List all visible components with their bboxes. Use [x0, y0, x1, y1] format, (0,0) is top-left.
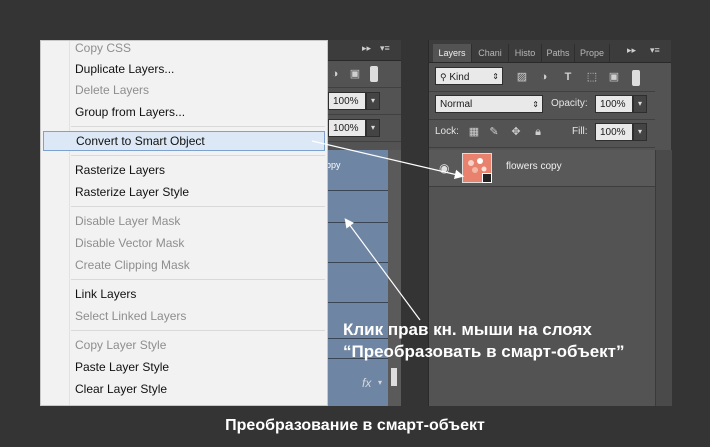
tab-paths[interactable]: Paths [542, 44, 575, 62]
left-scrollbar-thumb[interactable] [391, 368, 397, 386]
lock-transparent-icon[interactable]: ▦ [467, 125, 481, 139]
menu-item-duplicate-layers[interactable]: Duplicate Layers... [43, 59, 325, 79]
blend-mode-select[interactable]: Normal ⇕ [435, 95, 543, 113]
left-opacity-dropdown-icon[interactable]: ▾ [366, 92, 380, 110]
menu-separator [71, 279, 325, 280]
smart-object-filter-icon[interactable]: ▣ [607, 70, 621, 84]
shape-filter-icon[interactable]: ⬚ [585, 70, 599, 84]
fill-label: Fill: [572, 126, 588, 137]
layer-thumbnail[interactable] [462, 153, 492, 183]
left-opacity-field[interactable]: 100% [328, 92, 366, 110]
panel-menu-icon[interactable]: ▾≡ [380, 43, 390, 54]
fx-dropdown-icon[interactable]: ▾ [378, 378, 382, 387]
left-opacity-row: 100% ▾ [326, 88, 401, 115]
left-filter-row: ◑ ▣ [326, 61, 401, 88]
menu-item-rasterize-layer-style[interactable]: Rasterize Layer Style [43, 182, 325, 202]
smart-object-filter-icon[interactable]: ▣ [348, 67, 362, 81]
menu-item-clear-layer-style[interactable]: Clear Layer Style [43, 379, 325, 399]
menu-item-disable-vector-mask[interactable]: Disable Vector Mask [43, 233, 325, 253]
menu-item-copy-layer-style[interactable]: Copy Layer Style [43, 335, 325, 355]
left-fill-field[interactable]: 100% [328, 119, 366, 137]
blend-mode-value: Normal [440, 99, 473, 110]
annotation-line-2: “Преобразовать в смарт-объект” [343, 342, 625, 361]
double-chevron-icon[interactable]: ▸▸ [627, 45, 636, 56]
menu-item-copy-css[interactable]: Copy CSS [43, 41, 325, 58]
annotation-line-1: Клик прав кн. мыши на слоях [343, 320, 592, 339]
menu-item-disable-layer-mask[interactable]: Disable Layer Mask [43, 211, 325, 231]
menu-item-group-from-layers[interactable]: Group from Layers... [43, 102, 325, 122]
select-arrows-icon: ⇕ [532, 100, 539, 109]
smart-object-badge-icon [482, 173, 492, 183]
opacity-label: Opacity: [551, 98, 588, 109]
lock-position-icon[interactable]: ✥ [509, 125, 523, 139]
fill-dropdown-icon[interactable]: ▾ [633, 123, 647, 141]
menu-item-convert-to-smart-object[interactable]: Convert to Smart Object [43, 131, 325, 151]
lock-image-icon[interactable]: ✎ [487, 125, 501, 139]
menu-item-create-clipping-mask[interactable]: Create Clipping Mask [43, 255, 325, 275]
eye-visibility-icon[interactable]: ◉ [439, 161, 449, 175]
blend-opacity-row: Normal ⇕ Opacity: 100% ▾ [429, 91, 655, 120]
layer-row-flowers-copy[interactable]: ◉ flowers copy [429, 150, 655, 187]
menu-item-paste-layer-style[interactable]: Paste Layer Style [43, 357, 325, 377]
menu-separator [71, 206, 325, 207]
layer-divider [326, 222, 388, 223]
tab-channels[interactable]: Chani [472, 44, 509, 62]
filter-toggle-icon[interactable] [370, 66, 378, 82]
lock-fill-row: Lock: ▦ ✎ ✥ 🔒︎ Fill: 100% ▾ [429, 119, 655, 148]
left-scrollbar[interactable] [388, 150, 401, 406]
opacity-field[interactable]: 100% [595, 95, 633, 113]
layer-name[interactable]: flowers copy [506, 161, 562, 172]
layer-divider [326, 262, 388, 263]
left-panel-tabstrip: ▸▸ ▾≡ [326, 40, 401, 61]
adjustment-filter-icon[interactable]: ◑ [537, 70, 551, 84]
left-layer-list[interactable]: opy [326, 150, 388, 406]
select-arrows-icon: ⇕ [492, 72, 499, 81]
opacity-dropdown-icon[interactable]: ▾ [633, 95, 647, 113]
menu-separator [71, 155, 325, 156]
layer-divider [326, 190, 388, 191]
search-icon: ⚲ [440, 72, 447, 82]
menu-item-delete-layers[interactable]: Delete Layers [43, 80, 325, 100]
layers-panel-tabstrip: Layers Chani Histo Paths Prope ▸▸ ▾≡ [429, 40, 671, 63]
fx-icon[interactable]: fx [362, 376, 371, 390]
menu-item-rasterize-layers[interactable]: Rasterize Layers [43, 160, 325, 180]
lock-all-icon[interactable]: 🔒︎ [531, 125, 545, 139]
menu-item-link-layers[interactable]: Link Layers [43, 284, 325, 304]
tab-history[interactable]: Histo [509, 44, 542, 62]
tab-layers[interactable]: Layers [433, 44, 472, 62]
lock-label: Lock: [435, 126, 459, 137]
layer-filter-row: ⚲ Kind ⇕ ▨ ◑ T ⬚ ▣ [429, 63, 655, 92]
tab-properties[interactable]: Prope [575, 44, 610, 62]
type-filter-icon[interactable]: T [561, 70, 575, 84]
layers-scrollbar[interactable] [655, 150, 672, 406]
panel-menu-icon[interactable]: ▾≡ [650, 45, 660, 56]
left-fill-dropdown-icon[interactable]: ▾ [366, 119, 380, 137]
menu-item-select-linked-layers[interactable]: Select Linked Layers [43, 306, 325, 326]
kind-filter-select[interactable]: ⚲ Kind ⇕ [435, 67, 503, 85]
kind-label: Kind [449, 72, 470, 83]
double-chevron-icon[interactable]: ▸▸ [362, 43, 371, 54]
layer-context-menu: Copy CSS Duplicate Layers... Delete Laye… [40, 40, 328, 406]
fill-field[interactable]: 100% [595, 123, 633, 141]
left-fill-row: 100% ▾ [326, 115, 401, 142]
image-caption: Преобразование в смарт-объект [225, 417, 485, 434]
pixel-filter-icon[interactable]: ▨ [515, 70, 529, 84]
filter-toggle-icon[interactable] [632, 70, 640, 86]
left-layer-name-partial: opy [326, 160, 341, 170]
menu-separator [71, 330, 325, 331]
menu-separator [71, 126, 325, 127]
layer-divider [326, 302, 388, 303]
adjustment-filter-icon[interactable]: ◑ [328, 67, 342, 81]
